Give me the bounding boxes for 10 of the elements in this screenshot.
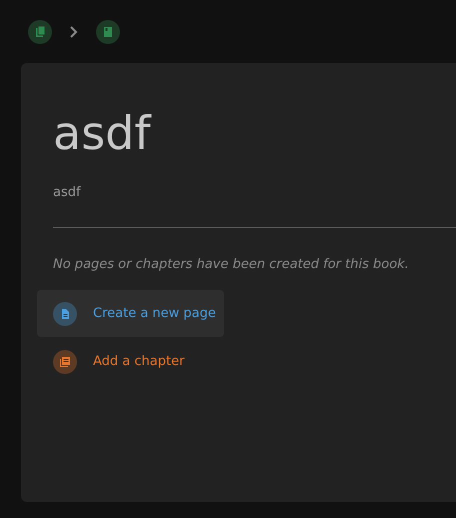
book-title: asdf [53,105,152,162]
book-description: asdf [53,184,82,202]
document-icon [53,302,77,326]
book-icon[interactable] [96,20,120,44]
books-icon[interactable] [28,20,52,44]
chevron-icon [70,26,78,38]
empty-message: No pages or chapters have been created for this book. [53,256,410,274]
stacked-pages-icon [53,350,77,374]
add-chapter-link[interactable]: Add a chapter [37,338,224,385]
create-page-link[interactable]: Create a new page [37,290,224,337]
